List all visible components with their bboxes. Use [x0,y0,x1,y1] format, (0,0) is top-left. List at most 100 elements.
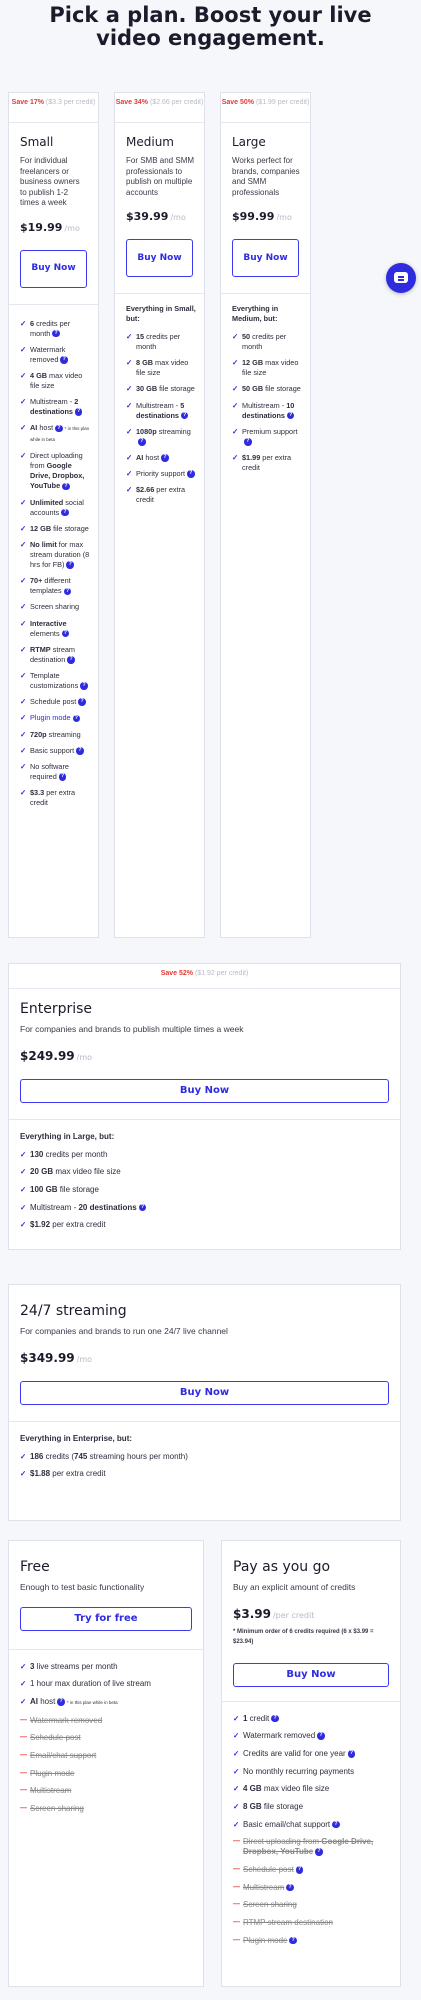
feature-label: file storage [57,1184,99,1194]
help-icon[interactable]: ? [60,356,68,364]
feature-item: 100 GB file storage [20,1185,392,1195]
feature-label: Email/chat support [30,1750,97,1760]
feature-item: Schedule post? [20,697,90,707]
buy-now-button-enterprise[interactable]: Buy Now [20,1078,389,1103]
feature-item: Direct uploading from Google Drive, Drop… [20,451,90,491]
chat-button[interactable] [386,263,416,293]
feature-lead: Everything in Small, but: [126,304,196,323]
feature-section: 1 credit?Watermark removed?Credits are v… [222,1700,400,1946]
feature-bold: $1.92 [30,1220,51,1230]
feature-label: file storage [51,523,89,533]
feature-item: RTMP stream destination [233,1918,392,1928]
help-icon[interactable]: ? [58,773,67,781]
help-icon[interactable]: ? [138,438,146,446]
help-icon[interactable]: ? [74,408,83,416]
feature-item: Interactive elements? [20,619,90,639]
help-icon[interactable]: ? [138,1203,147,1212]
help-icon[interactable]: ? [315,1848,323,1856]
help-icon[interactable]: ? [80,682,88,690]
feature-item: Schedule post [20,1733,195,1743]
buy-now-button-streaming[interactable]: Buy Now [20,1380,389,1405]
help-icon[interactable]: ? [63,587,72,596]
help-icon[interactable]: ? [244,438,252,446]
plan-description: For SMB and SMM professionals to publish… [126,156,195,197]
price-period: /per credit [272,1610,315,1620]
buy-now-button-medium[interactable]: Buy Now [126,239,193,277]
feature-item: 4 GB max video file size [233,1784,392,1794]
feature-list: 15 credits per month 8 GB max video file … [115,332,204,505]
feature-label: max video file size [261,1784,330,1794]
feature-label: host [143,452,160,462]
price-value: $99.99 [232,210,275,223]
feature-label: Multistream - [242,400,287,410]
plan-title: 24/7 streaming [20,1303,127,1319]
buy-now-button-large[interactable]: Buy Now [232,239,299,277]
feature-label: Plugin mode [30,713,71,723]
save-note: ($1.99 per credit) [255,99,310,106]
feature-text: 6 credits per month [30,319,70,338]
feature-label: host [37,423,54,433]
feature-label: RTMP stream destination [243,1918,333,1928]
plan-price: $39.99/mo [126,210,204,223]
feature-item: Watermark removed? [233,1731,392,1741]
help-icon[interactable]: ? [317,1732,325,1740]
help-icon[interactable]: ? [161,454,169,462]
help-icon[interactable]: ? [61,508,69,517]
help-icon[interactable]: ? [332,1820,340,1829]
plan-card-pay-as-you-go: Pay as you go Buy an explicit amount of … [221,1540,401,1987]
feature-text: 8 GB file storage [243,1802,303,1811]
feature-item: AI host?* in this plan while in beta [20,423,90,445]
help-icon[interactable]: ? [67,656,75,664]
buy-now-button-pay-as-you-go[interactable]: Buy Now [233,1662,389,1687]
feature-label: live streams per month [34,1661,118,1671]
feature-text: $1.99 per extra credit [242,453,291,472]
feature-bold: RTMP [30,644,51,654]
help-icon[interactable]: ? [78,698,86,706]
help-icon[interactable]: ? [57,1698,65,1706]
help-icon[interactable]: ? [66,561,74,569]
feature-text: 8 GB max video file size [136,358,188,377]
price-value: $349.99 [20,1350,75,1365]
feature-bold: $1.88 [30,1469,51,1479]
feature-text: Interactive elements [30,619,67,638]
help-icon[interactable]: ? [271,1714,279,1723]
feature-bold: 4 GB [30,370,48,380]
plan-description: Buy an explicit amount of credits [233,1582,356,1592]
feature-label: Premium support [242,426,298,436]
feature-text: 4 GB max video file size [30,371,82,390]
help-icon[interactable]: ? [180,411,189,420]
help-icon[interactable]: ? [61,629,70,638]
help-icon[interactable]: ? [289,1936,297,1945]
feature-item: Multistream - 20 destinations? [20,1203,392,1213]
feature-text: 1080p streaming [136,427,191,436]
help-icon[interactable]: ? [55,424,63,433]
feature-text: Direct uploading from Google Drive, Drop… [243,1837,373,1856]
plan-card-enterprise: Save 52% ($1.92 per credit) Enterprise F… [8,963,401,1250]
feature-text: 30 GB file storage [136,384,195,393]
feature-text: 720p streaming [30,730,81,739]
help-icon[interactable]: ? [62,482,70,491]
feature-label: credits per month [43,1149,108,1159]
try-for-free-button[interactable]: Try for free [20,1606,192,1631]
feature-bold: 1080p [136,426,157,436]
feature-bold: 186 [30,1451,44,1461]
feature-item: $1.88 per extra credit [20,1469,392,1479]
help-icon[interactable]: ? [286,411,295,420]
feature-item: 50 GB file storage [232,384,302,394]
help-icon[interactable]: ? [76,747,84,755]
feature-section: Everything in Medium, but: 50 credits pe… [221,293,310,473]
price-period: /mo [170,213,186,222]
help-icon[interactable]: ? [347,1750,356,1758]
help-icon[interactable]: ? [72,714,81,723]
help-icon[interactable]: ? [187,470,195,478]
help-icon[interactable]: ? [286,1883,294,1892]
plan-price: $349.99/mo [20,1351,400,1365]
buy-now-button-small[interactable]: Buy Now [20,249,87,288]
help-icon[interactable]: ? [295,1866,304,1874]
feature-bold: 30 GB [136,384,158,394]
help-icon[interactable]: ? [52,329,60,338]
feature-bold: 20 GB [30,1167,54,1177]
plan-card-free: Free Enough to test basic functionality … [8,1540,204,1987]
feature-text: Email/chat support [30,1751,96,1760]
feature-item: Screen sharing [20,1804,195,1814]
